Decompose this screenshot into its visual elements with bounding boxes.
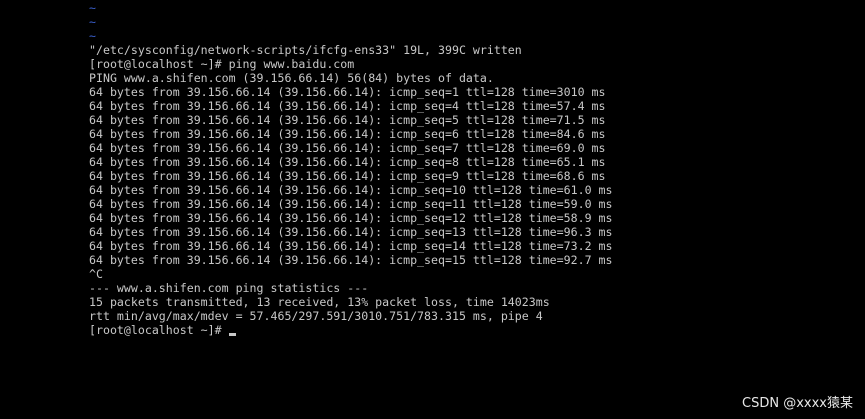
ping-statistics-header: --- www.a.shifen.com ping statistics --- xyxy=(89,281,369,295)
vim-empty-line-marker: ~ xyxy=(89,29,96,43)
ping-reply-line: 64 bytes from 39.156.66.14 (39.156.66.14… xyxy=(89,155,606,169)
vim-empty-line-marker: ~ xyxy=(89,15,96,29)
ping-reply-line: 64 bytes from 39.156.66.14 (39.156.66.14… xyxy=(89,253,613,267)
command-line: [root@localhost ~]# ping www.baidu.com xyxy=(89,57,355,71)
text-cursor xyxy=(228,333,236,336)
watermark: CSDN @xxxx猿某 xyxy=(742,396,853,411)
ping-reply-line: 64 bytes from 39.156.66.14 (39.156.66.14… xyxy=(89,211,613,225)
ping-reply-line: 64 bytes from 39.156.66.14 (39.156.66.14… xyxy=(89,141,606,155)
ping-header: PING www.a.shifen.com (39.156.66.14) 56(… xyxy=(89,71,494,85)
ping-reply-line: 64 bytes from 39.156.66.14 (39.156.66.14… xyxy=(89,169,606,183)
ping-reply-line: 64 bytes from 39.156.66.14 (39.156.66.14… xyxy=(89,225,613,239)
terminal-output: ~ ~ ~ "/etc/sysconfig/network-scripts/if… xyxy=(89,1,613,337)
vim-empty-line-marker: ~ xyxy=(89,1,96,15)
ping-reply-line: 64 bytes from 39.156.66.14 (39.156.66.14… xyxy=(89,197,613,211)
shell-prompt-line[interactable]: [root@localhost ~]# xyxy=(89,323,613,337)
ping-reply-line: 64 bytes from 39.156.66.14 (39.156.66.14… xyxy=(89,99,606,113)
vim-write-status: "/etc/sysconfig/network-scripts/ifcfg-en… xyxy=(89,43,522,57)
ping-reply-line: 64 bytes from 39.156.66.14 (39.156.66.14… xyxy=(89,183,613,197)
ping-reply-line: 64 bytes from 39.156.66.14 (39.156.66.14… xyxy=(89,127,606,141)
ping-rtt-summary: rtt min/avg/max/mdev = 57.465/297.591/30… xyxy=(89,309,543,323)
ping-reply-line: 64 bytes from 39.156.66.14 (39.156.66.14… xyxy=(89,85,606,99)
ping-reply-line: 64 bytes from 39.156.66.14 (39.156.66.14… xyxy=(89,113,606,127)
shell-prompt: [root@localhost ~]# xyxy=(89,323,229,337)
interrupt-line: ^C xyxy=(89,267,103,281)
terminal-window[interactable]: ~ ~ ~ "/etc/sysconfig/network-scripts/if… xyxy=(0,0,865,419)
ping-packet-summary: 15 packets transmitted, 13 received, 13%… xyxy=(89,295,550,309)
ping-reply-line: 64 bytes from 39.156.66.14 (39.156.66.14… xyxy=(89,239,613,253)
